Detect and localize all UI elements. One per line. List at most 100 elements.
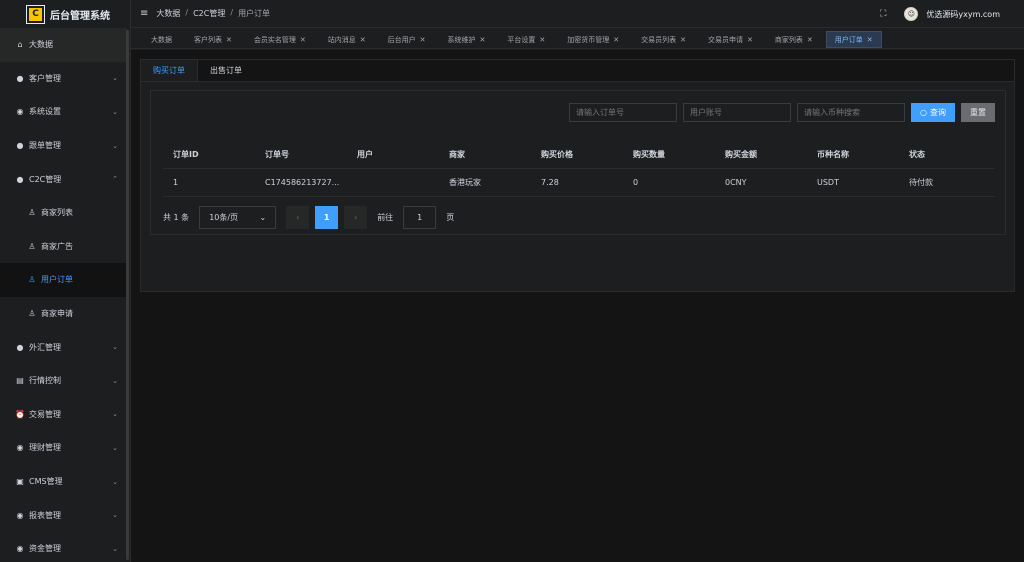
close-icon[interactable]: ✕ [420, 36, 426, 44]
query-button[interactable]: ○ 查询 [911, 103, 955, 122]
breadcrumb-separator: / [185, 8, 189, 17]
close-icon[interactable]: ✕ [747, 36, 753, 44]
sidebar-item-dashboard[interactable]: ⌂ 大数据 [0, 28, 127, 62]
sidebar-item-label: 用户订单 [41, 275, 73, 285]
sidebar-item-cms[interactable]: ▣ CMS管理 ⌄ [0, 465, 127, 499]
sidebar-item-label: 交易管理 [29, 409, 61, 419]
cell-merchant: 香港玩家 [439, 168, 531, 197]
tab-label: 交易员列表 [641, 35, 677, 44]
sidebar-item-trade[interactable]: ⏰ 交易管理 ⌄ [0, 398, 127, 432]
sidebar-item-label: 商家广告 [41, 241, 73, 251]
close-icon[interactable]: ✕ [680, 36, 686, 44]
tab-merchant-list[interactable]: 商家列表 ✕ [766, 31, 822, 48]
chevron-down-icon: ⌄ [112, 544, 118, 553]
close-icon[interactable]: ✕ [539, 36, 545, 44]
home-icon: ⌂ [17, 40, 23, 50]
sidebar-item-label: 系统设置 [29, 107, 61, 117]
tab-label: 加密货币管理 [567, 35, 610, 44]
sidebar-scrollbar[interactable] [126, 30, 129, 560]
query-label: 查询 [930, 108, 946, 117]
prev-page-button[interactable]: ‹ [286, 206, 310, 229]
fullscreen-icon[interactable]: ⛶ [880, 9, 886, 19]
tab-buy-orders[interactable]: 购买订单 [141, 60, 198, 81]
sidebar-item-user-orders[interactable]: ♙ 用户订单 [0, 263, 127, 297]
cell-amount: 0CNY [715, 168, 807, 197]
sidebar: C 后台管理系统 ⌂ 大数据 ● 客户管理 ⌄ ◉ 系统设置 ⌄ ● 跟单管理 … [0, 0, 131, 562]
sidebar-item-c2c[interactable]: ● C2C管理 ⌃ [0, 162, 127, 196]
sidebar-item-forex[interactable]: ● 外汇管理 ⌄ [0, 330, 127, 364]
table-row[interactable]: 1 C174586213727... 香港玩家 7.28 0 0CNY USDT… [163, 168, 995, 197]
col-header: 购买价格 [531, 141, 623, 169]
reset-button[interactable]: 重置 [961, 103, 995, 122]
col-header: 购买金额 [715, 141, 807, 169]
sidebar-item-customers[interactable]: ● 客户管理 ⌄ [0, 62, 127, 96]
tab-trader-apply[interactable]: 交易员申请 ✕ [699, 31, 762, 48]
orders-panel: ○ 查询 重置 订单ID 订单号 用户 商家 购买价格 购买数量 购买金额 币种… [150, 90, 1006, 235]
close-icon[interactable]: ✕ [807, 36, 813, 44]
chevron-down-icon: ⌄ [112, 511, 118, 520]
tab-trader-list[interactable]: 交易员列表 ✕ [632, 31, 695, 48]
coin-search-input[interactable] [797, 103, 906, 122]
pagination: 共 1 条 10条/页 ⌄ ‹ 1 › 前往 1 页 [163, 206, 454, 229]
sidebar-item-merchant-apply[interactable]: ♙ 商家申请 [0, 297, 127, 331]
sidebar-item-label: 商家申请 [41, 309, 73, 319]
next-page-button[interactable]: › [344, 206, 368, 229]
sidebar-item-reports[interactable]: ◉ 报表管理 ⌄ [0, 498, 127, 532]
page-number-current[interactable]: 1 [315, 206, 339, 229]
sidebar-item-copytrade[interactable]: ● 跟单管理 ⌄ [0, 129, 127, 163]
sidebar-menu: ⌂ 大数据 ● 客户管理 ⌄ ◉ 系统设置 ⌄ ● 跟单管理 ⌄ ● C2C管理… [0, 28, 127, 562]
sidebar-item-label: 跟单管理 [29, 141, 61, 151]
chevron-left-icon: ‹ [296, 213, 300, 222]
menu-toggle-icon[interactable]: ≡ [140, 8, 148, 19]
tab-member-verify[interactable]: 会员实名管理 ✕ [245, 31, 315, 48]
close-icon[interactable]: ✕ [300, 36, 306, 44]
close-icon[interactable]: ✕ [613, 36, 619, 44]
tab-dashboard[interactable]: 大数据 [142, 31, 181, 48]
total-count: 共 1 条 [163, 213, 190, 222]
account-input[interactable] [683, 103, 792, 122]
close-icon[interactable]: ✕ [867, 36, 873, 44]
breadcrumb-item[interactable]: C2C管理 [193, 8, 225, 19]
sidebar-item-label: 商家列表 [41, 208, 73, 218]
sidebar-item-wealth[interactable]: ◉ 理财管理 ⌄ [0, 431, 127, 465]
tab-maintenance[interactable]: 系统维护 ✕ [439, 31, 495, 48]
orders-card: 购买订单 出售订单 ○ 查询 重置 订单ID 订单号 用户 [140, 59, 1015, 292]
alarm-icon: ⏰ [15, 409, 25, 419]
sidebar-item-label: 外汇管理 [29, 342, 61, 352]
close-icon[interactable]: ✕ [480, 36, 486, 44]
cell-user [347, 168, 439, 197]
close-icon[interactable]: ✕ [360, 36, 366, 44]
tab-messages[interactable]: 站内消息 ✕ [319, 31, 375, 48]
sidebar-item-label: C2C管理 [29, 174, 62, 184]
user-icon: ● [16, 73, 24, 83]
order-no-input[interactable] [569, 103, 678, 122]
page-size-select[interactable]: 10条/页 ⌄ [199, 206, 277, 229]
tab-user-orders[interactable]: 用户订单 ✕ [825, 31, 882, 48]
search-icon: ○ [920, 108, 927, 117]
tab-label: 用户订单 [834, 35, 863, 44]
tab-customer-list[interactable]: 客户列表 ✕ [185, 31, 241, 48]
chevron-up-icon: ⌃ [112, 175, 118, 184]
tab-label: 大数据 [151, 35, 172, 44]
chevron-down-icon: ⌄ [259, 213, 267, 222]
avatar[interactable]: ☺ [904, 7, 919, 21]
goto-page-input[interactable]: 1 [403, 206, 437, 229]
breadcrumb-item[interactable]: 大数据 [156, 8, 180, 19]
sidebar-item-merchant-ads[interactable]: ♙ 商家广告 [0, 230, 127, 264]
sidebar-item-market-control[interactable]: ▤ 行情控制 ⌄ [0, 364, 127, 398]
sidebar-item-system[interactable]: ◉ 系统设置 ⌄ [0, 95, 127, 129]
sidebar-item-merchant-list[interactable]: ♙ 商家列表 [0, 196, 127, 230]
chevron-right-icon: › [354, 213, 358, 222]
username[interactable]: 优选源码yxym.com [926, 9, 1000, 20]
tab-admin-users[interactable]: 后台用户 ✕ [379, 31, 435, 48]
tab-platform-settings[interactable]: 平台设置 ✕ [498, 31, 554, 48]
tab-sell-orders[interactable]: 出售订单 [198, 60, 254, 81]
sidebar-item-funds[interactable]: ◉ 资金管理 ⌄ [0, 532, 127, 562]
tab-label: 交易员申请 [708, 35, 743, 44]
close-icon[interactable]: ✕ [226, 36, 232, 44]
tabs-bar: 大数据 客户列表 ✕ 会员实名管理 ✕ 站内消息 ✕ 后台用户 ✕ 系统维护 ✕ 平台设置… [131, 29, 1024, 49]
order-type-tabs: 购买订单 出售订单 [141, 60, 1014, 82]
orders-table: 订单ID 订单号 用户 商家 购买价格 购买数量 购买金额 币种名称 状态 1 [163, 141, 995, 197]
tab-label: 平台设置 [507, 35, 536, 44]
tab-crypto[interactable]: 加密货币管理 ✕ [558, 31, 628, 48]
